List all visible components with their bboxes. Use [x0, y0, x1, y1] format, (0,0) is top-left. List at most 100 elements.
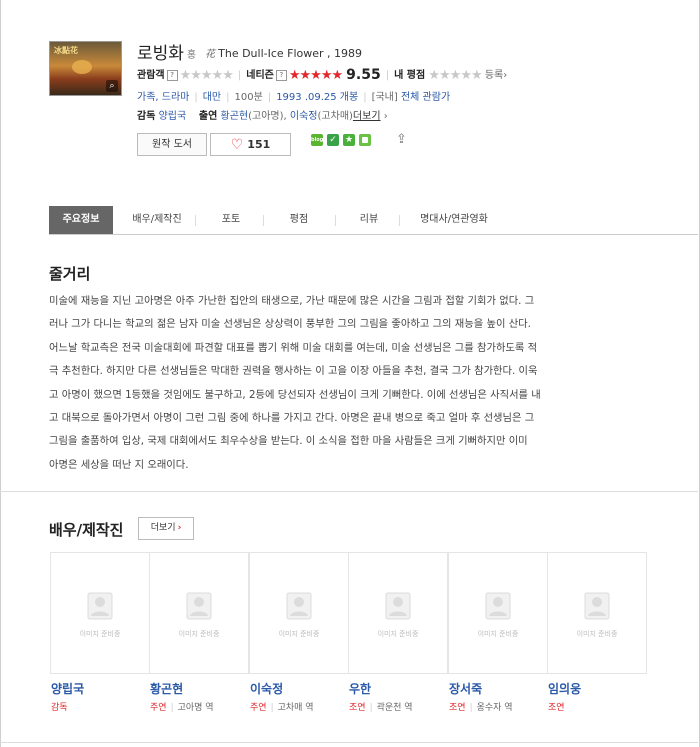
director-link[interactable]: 양립국: [159, 111, 187, 122]
person-placeholder-icon: [584, 592, 610, 620]
cast-photo-card[interactable]: 이미지 준비중: [50, 552, 150, 674]
netizen-score: 9.55: [346, 67, 381, 83]
tab-cast-crew[interactable]: 배우/제작진: [119, 206, 195, 234]
country-link[interactable]: 대만: [203, 92, 221, 103]
synopsis-line: 고 아명이 했으면 1등했을 것임에도 불구하고, 2등에 당선되자 선생님이 …: [49, 388, 541, 401]
credits-row: 감독 양립국 출연 황곤현(고아명), 이숙정(고차매)더보기 ›: [137, 111, 388, 122]
image-placeholder-text: 이미지 준비중: [178, 630, 220, 638]
domestic-label: [국내]: [371, 92, 398, 103]
cast-photo-card[interactable]: 이미지 준비중: [448, 552, 548, 674]
cast-role-type: 조연: [349, 703, 366, 713]
star-share-icon[interactable]: ★: [343, 134, 355, 146]
cast-section-heading: 배우/제작진: [49, 521, 124, 539]
cast-role-1: (고아명),: [248, 111, 287, 122]
flower-icon: 花: [205, 49, 216, 60]
cast-character: 고차매 역: [277, 703, 314, 713]
cast-role: 주연 | 고아명 역: [150, 703, 214, 713]
image-placeholder-text: 이미지 준비중: [477, 630, 519, 638]
more-credits-link[interactable]: 더보기: [353, 111, 381, 122]
register-rating-link[interactable]: 등록›: [485, 70, 507, 81]
cast-photo-card[interactable]: 이미지 준비중: [547, 552, 647, 674]
me2day-share-icon[interactable]: [359, 134, 371, 146]
runtime: 100분: [234, 92, 263, 103]
image-placeholder-text: 이미지 준비중: [377, 630, 419, 638]
tab-main-info[interactable]: 주요정보: [49, 206, 113, 234]
tab-review[interactable]: 리뷰: [341, 206, 397, 234]
audience-label: 관람객: [137, 70, 165, 81]
cast-name-link[interactable]: 장서죽: [449, 680, 482, 697]
image-placeholder-text: 이미지 준비중: [278, 630, 320, 638]
cast-role-2: (고차매): [317, 111, 353, 122]
synopsis-line: 아명은 세상을 떠난 지 오래이다.: [49, 458, 189, 471]
zoom-icon[interactable]: ⌕: [106, 80, 118, 92]
like-button[interactable]: ♡ 151: [210, 133, 291, 156]
cast-photo-card[interactable]: 이미지 준비중: [249, 552, 349, 674]
help-icon[interactable]: ?: [166, 69, 178, 81]
synopsis-line: 고 대북으로 돌아가면서 아명이 그런 그림 중에 하나를 가지고 간다. 아명…: [49, 412, 535, 425]
blog-share-icon[interactable]: blog: [311, 134, 323, 146]
heart-icon: ♡: [230, 137, 244, 153]
release-date-link[interactable]: 1993 .09.25 개봉: [276, 92, 358, 103]
tab-quotes-related[interactable]: 명대사/연관영화: [405, 206, 503, 234]
cast-role-type: 조연: [548, 703, 565, 713]
cast-name-link[interactable]: 임의웅: [548, 680, 581, 697]
cast-name-link[interactable]: 이숙정: [250, 680, 283, 697]
like-count: 151: [247, 138, 271, 151]
movie-title: 로빙화 홍 花 The Dull-Ice Flower , 1989: [137, 39, 362, 64]
tab-bar: 주요정보 배우/제작진 포토 평점 리뷰 명대사/연관영화: [49, 206, 698, 235]
share-icon[interactable]: ⇪: [396, 132, 407, 147]
my-rating-label: 내 평점: [394, 70, 426, 81]
cast-photo-card[interactable]: 이미지 준비중: [149, 552, 249, 674]
synopsis-heading: 줄거리: [49, 265, 91, 283]
synopsis-line: 미술에 재능을 지닌 고아명은 아주 가난한 집안의 태생으로, 가난 때문에 …: [49, 295, 535, 307]
person-placeholder-icon: [286, 592, 312, 620]
my-rating-stars[interactable]: ★★★★★: [428, 68, 482, 83]
cast-role: 조연 | 옹수자 역: [449, 703, 513, 713]
cast-role: 조연: [548, 700, 565, 713]
netizen-label: 네티즌: [246, 70, 274, 81]
check-share-icon[interactable]: ✓: [327, 134, 339, 146]
section-divider: [0, 491, 698, 492]
synopsis-line: 어느날 학교측은 전국 미술대회에 파견할 대표를 뽑기 위해 미술 대회를 여…: [49, 341, 538, 354]
tab-photo[interactable]: 포토: [201, 206, 261, 234]
cast-role-type: 조연: [449, 703, 466, 713]
person-placeholder-icon: [385, 592, 411, 620]
cast-more-button[interactable]: 더보기 ›: [138, 517, 194, 540]
cast-character: 옹수자 역: [476, 703, 513, 713]
cast-name-link[interactable]: 양립국: [51, 680, 84, 697]
rating-row: 관람객? ★★★★★ | 네티즌? ★★★★★ 9.55 | 내 평점 ★★★★★ 등록›: [137, 67, 508, 83]
movie-title-text: 로빙화: [137, 44, 184, 64]
help-icon[interactable]: ?: [275, 69, 287, 81]
cast-photo-card[interactable]: 이미지 준비중: [348, 552, 448, 674]
synopsis-line: 극 추천한다. 하지만 다른 선생님들은 막대한 권력을 행사하는 이 고을 이…: [49, 365, 538, 378]
info-row: 가족, 드라마 | 대만 | 100분 | 1993 .09.25 개봉 | [국내] 전체 관…: [137, 92, 451, 103]
person-placeholder-icon: [485, 592, 511, 620]
poster-title-text: 冰點花: [54, 46, 78, 55]
original-book-button[interactable]: 원작 도서: [137, 133, 207, 156]
grade-link[interactable]: 전체 관람가: [401, 92, 450, 103]
tab-score[interactable]: 평점: [271, 206, 327, 234]
genre-link[interactable]: 가족, 드라마: [137, 92, 189, 103]
image-placeholder-text: 이미지 준비중: [576, 630, 618, 638]
chevron-right-icon: ›: [177, 523, 182, 533]
bottom-divider: [0, 742, 698, 743]
rating-badge-icon: 홍: [186, 50, 197, 61]
cast-name-link[interactable]: 우한: [349, 680, 371, 697]
cast-character: 고아명 역: [177, 703, 214, 713]
director-label: 감독: [137, 111, 156, 122]
netizen-stars: ★★★★★: [288, 68, 343, 83]
cast-role: 감독: [51, 700, 68, 713]
cast-role-type: 주연: [250, 703, 267, 713]
cast-link-2[interactable]: 이숙정: [290, 111, 318, 122]
cast-name-link[interactable]: 황곤현: [150, 680, 183, 697]
person-placeholder-icon: [186, 592, 212, 620]
poster-art: [72, 60, 92, 74]
english-title: The Dull-Ice Flower , 1989: [218, 47, 363, 60]
cast-character: 곽운천 역: [376, 703, 413, 713]
cast-link-1[interactable]: 황곤현: [221, 111, 249, 122]
movie-poster[interactable]: 冰點花 ⌕: [49, 41, 122, 96]
cast-role: 주연 | 고차매 역: [250, 703, 314, 713]
synopsis-line: 러나 그가 다니는 학교의 젊은 남자 미술 선생님은 상상력이 풍부한 그의 …: [49, 318, 531, 331]
synopsis-text: 미술에 재능을 지닌 고아명은 아주 가난한 집안의 태생으로, 가난 때문에 …: [49, 290, 649, 477]
audience-stars: ★★★★★: [179, 68, 234, 83]
